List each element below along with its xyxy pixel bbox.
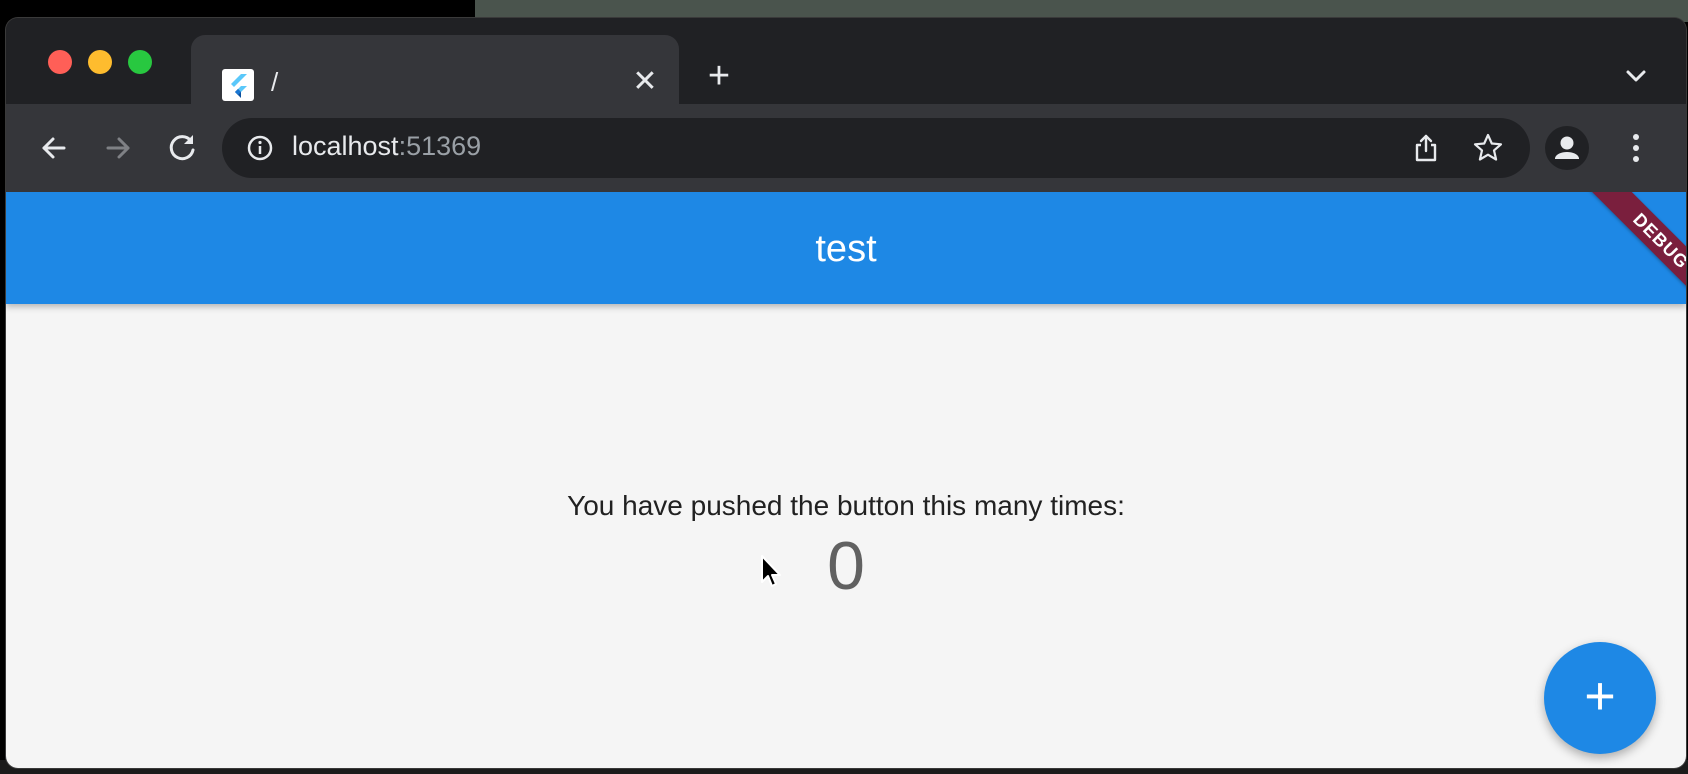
arrow-forward-icon[interactable]: [98, 128, 138, 168]
tab-strip: / ✕ +: [6, 18, 1686, 104]
mouse-cursor-icon: [760, 554, 784, 590]
info-icon[interactable]: [246, 134, 274, 162]
url-host: localhost: [292, 131, 399, 161]
flutter-icon: [222, 69, 254, 101]
share-icon[interactable]: [1410, 132, 1442, 164]
new-tab-button[interactable]: +: [699, 56, 739, 96]
browser-window: / ✕ + localhost:51369 test DEBUG You hav…: [6, 18, 1686, 768]
increment-button[interactable]: +: [1544, 642, 1656, 754]
zoom-window-button[interactable]: [128, 50, 152, 74]
tab-close-icon[interactable]: ✕: [628, 65, 662, 99]
star-icon[interactable]: [1472, 132, 1504, 164]
debug-banner-label: DEBUG: [1583, 192, 1686, 319]
reload-icon[interactable]: [162, 128, 202, 168]
debug-banner: DEBUG: [1556, 192, 1686, 322]
close-window-button[interactable]: [48, 50, 72, 74]
chevron-down-icon[interactable]: [1620, 60, 1652, 92]
kebab-menu-icon[interactable]: [1616, 128, 1656, 168]
app-bar: test: [6, 192, 1686, 304]
profile-icon[interactable]: [1545, 126, 1589, 170]
flutter-app-page: test DEBUG You have pushed the button th…: [6, 192, 1686, 768]
minimize-window-button[interactable]: [88, 50, 112, 74]
arrow-back-icon[interactable]: [34, 128, 74, 168]
tab-active[interactable]: / ✕: [191, 35, 679, 104]
counter-label: You have pushed the button this many tim…: [567, 490, 1125, 521]
browser-toolbar: localhost:51369: [6, 104, 1686, 192]
address-bar[interactable]: localhost:51369: [222, 118, 1530, 178]
url-port: :51369: [398, 131, 482, 161]
page-title: test: [815, 228, 877, 270]
tab-title: /: [271, 67, 279, 97]
url-text: localhost:51369: [292, 131, 481, 162]
counter-value: 0: [827, 528, 865, 604]
